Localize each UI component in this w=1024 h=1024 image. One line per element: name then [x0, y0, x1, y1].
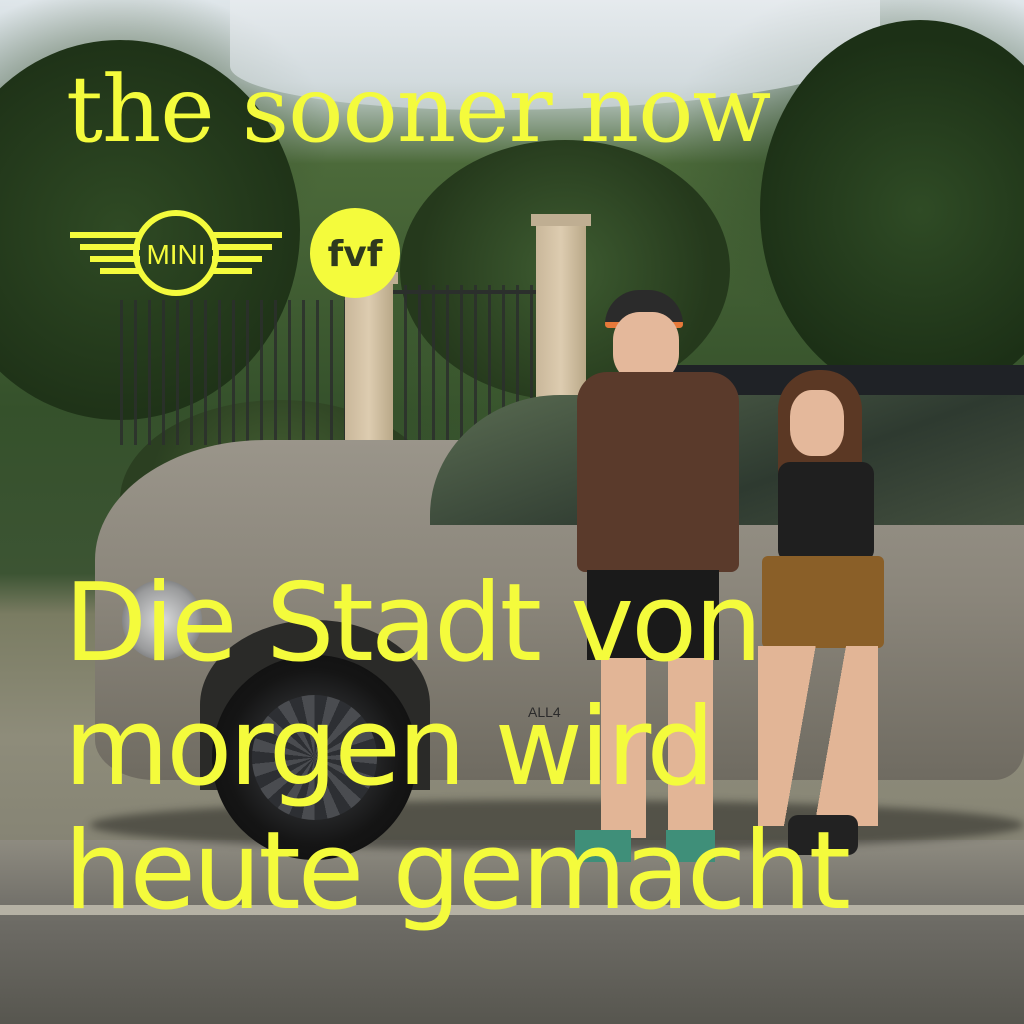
partner-logos: MINI fvf — [70, 208, 410, 308]
fvf-logo-text: fvf — [328, 234, 383, 275]
iron-fence-left — [120, 300, 345, 445]
headline-line-1: Die Stadt von — [64, 561, 763, 686]
pillar-cap-right — [531, 214, 591, 226]
headline-line-3: heute gemacht — [64, 809, 851, 934]
headline: Die Stadt von morgen wird heute gemacht — [64, 561, 851, 934]
fence-rail — [390, 290, 540, 294]
woman-head — [790, 390, 844, 456]
brown-tshirt — [577, 372, 739, 572]
poster: the sooner now MINI fvf Die Stadt von mo… — [0, 0, 1024, 1024]
black-top — [778, 462, 874, 562]
podcast-title: the sooner now — [66, 56, 771, 163]
headline-line-2: morgen wird — [64, 685, 715, 810]
car-badge: ALL4 — [528, 704, 561, 720]
mini-wings-logo-icon: MINI fvf — [70, 208, 400, 298]
mini-logo-text: MINI — [146, 239, 205, 270]
